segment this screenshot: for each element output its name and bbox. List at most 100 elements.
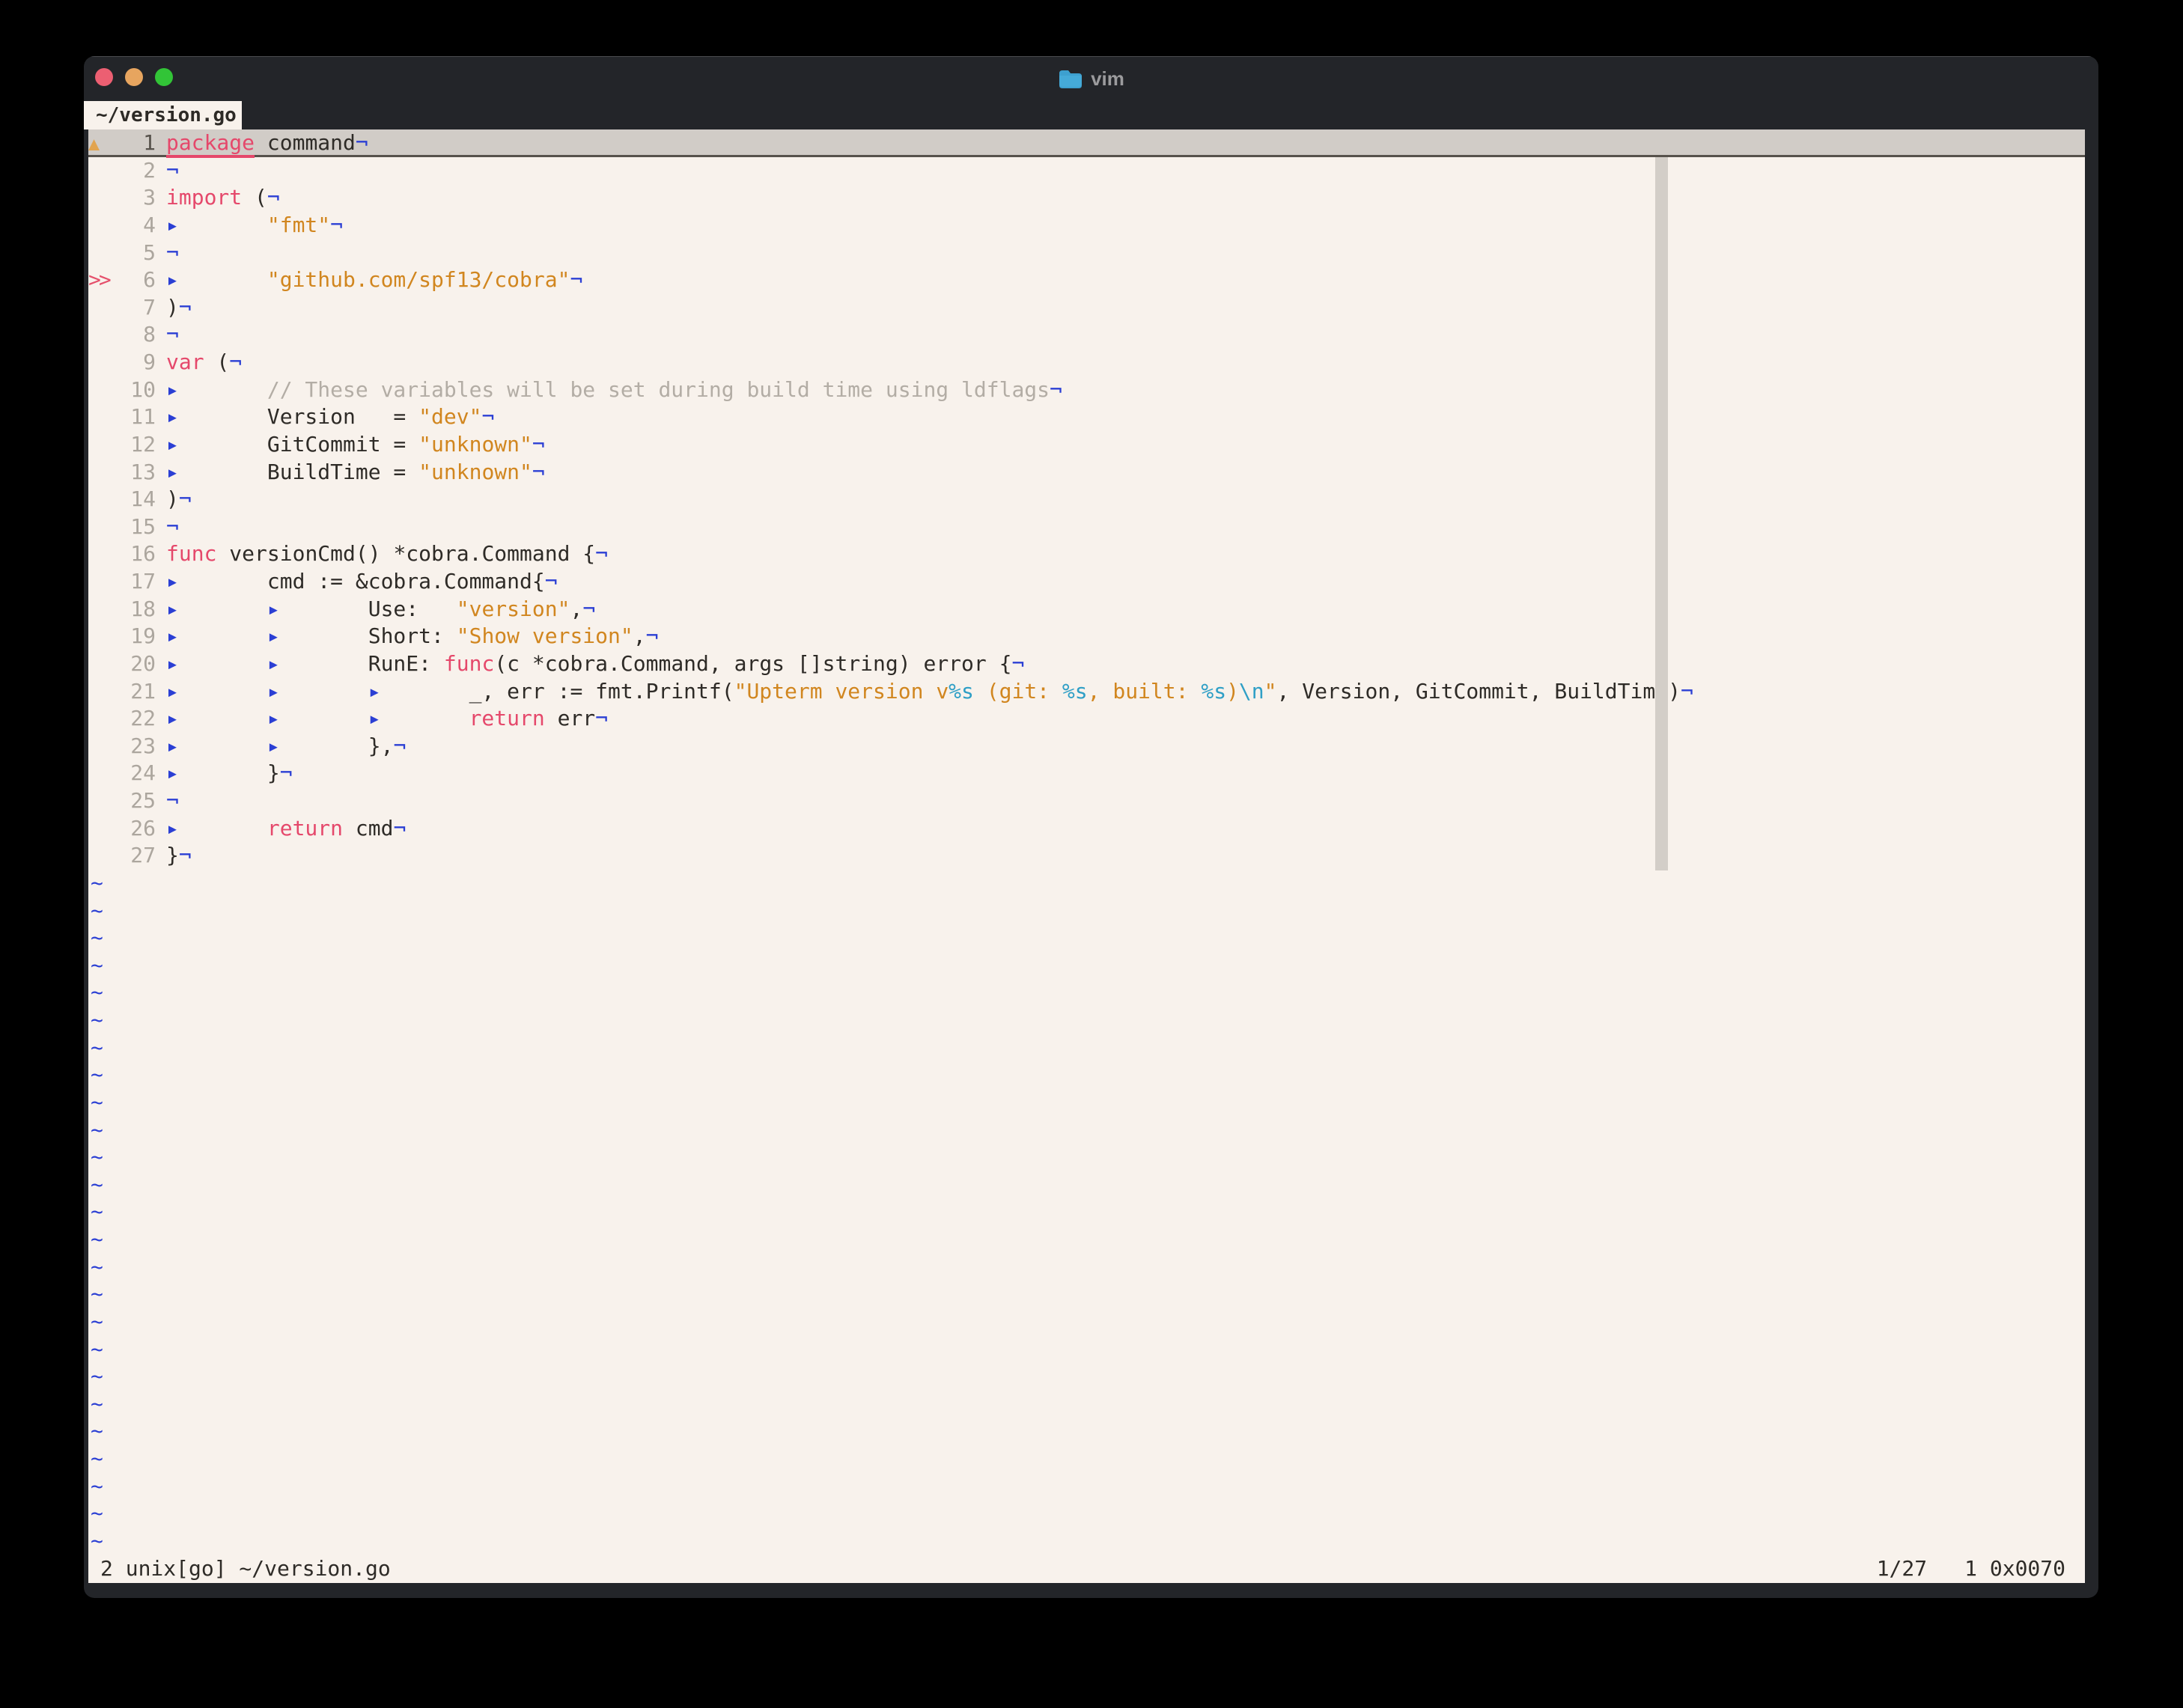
tilde-marker: ~: [88, 1199, 103, 1224]
tab-indent-icon: ▸: [166, 213, 267, 237]
tilde-marker: ~: [88, 1254, 103, 1279]
empty-buffer-line[interactable]: ~: [88, 1363, 2085, 1391]
code-text: ▸ ▸ Short: "Show version",¬: [166, 623, 658, 648]
code-line[interactable]: 16func versionCmd() *cobra.Command {¬: [88, 540, 2085, 568]
empty-buffer-line[interactable]: ~: [88, 1171, 2085, 1199]
tab-indent-icon: ▸: [166, 760, 267, 785]
code-line[interactable]: 27}¬: [88, 842, 2085, 870]
empty-buffer-line[interactable]: ~: [88, 1308, 2085, 1336]
status-cursor-info: 1 0x0070: [1964, 1555, 2065, 1583]
eol-marker-icon: ¬: [330, 213, 343, 237]
eol-marker-icon: ¬: [1050, 377, 1062, 402]
code-line[interactable]: 24▸ }¬: [88, 760, 2085, 787]
code-text: ¬: [166, 788, 179, 813]
tab-indent-icon: ▸: [166, 679, 267, 704]
tilde-marker: ~: [88, 1172, 103, 1197]
line-number: 13: [114, 459, 166, 487]
code-text: ¬: [166, 158, 179, 183]
line-number: 8: [114, 321, 166, 349]
title-bar[interactable]: vim: [84, 56, 2098, 101]
code-line[interactable]: >>6▸ "github.com/spf13/cobra"¬: [88, 266, 2085, 294]
line-number: 12: [114, 431, 166, 459]
code-line[interactable]: 26▸ return cmd¬: [88, 815, 2085, 843]
code-line[interactable]: 15¬: [88, 513, 2085, 541]
tilde-marker: ~: [88, 1007, 103, 1032]
empty-buffer-line[interactable]: ~: [88, 1391, 2085, 1418]
tilde-marker: ~: [88, 1391, 103, 1416]
empty-buffer-line[interactable]: ~: [88, 924, 2085, 952]
code-text: }¬: [166, 843, 192, 867]
tilde-marker: ~: [88, 1117, 103, 1142]
empty-buffer-line[interactable]: ~: [88, 1445, 2085, 1473]
code-line[interactable]: 21▸ ▸ ▸ _, err := fmt.Printf("Upterm ver…: [88, 678, 2085, 706]
tab-indent-icon: ▸: [166, 816, 267, 841]
empty-buffer-line[interactable]: ~: [88, 1281, 2085, 1308]
empty-buffer-line[interactable]: ~: [88, 1528, 2085, 1555]
empty-buffer-line[interactable]: ~: [88, 1034, 2085, 1062]
code-line[interactable]: 5¬: [88, 240, 2085, 267]
empty-buffer-line[interactable]: ~: [88, 1117, 2085, 1144]
code-line[interactable]: 25¬: [88, 787, 2085, 815]
code-line[interactable]: 10▸ // These variables will be set durin…: [88, 376, 2085, 404]
tab-indent-icon: ▸: [267, 651, 368, 676]
empty-buffer-line[interactable]: ~: [88, 952, 2085, 980]
tilde-marker: ~: [88, 1337, 103, 1361]
line-number: 1: [114, 129, 166, 157]
code-line[interactable]: 7)¬: [88, 294, 2085, 322]
warning-sign-icon: ▲: [88, 130, 114, 158]
tab-indent-icon: ▸: [166, 404, 267, 429]
empty-buffer-line[interactable]: ~: [88, 1007, 2085, 1034]
empty-buffer-line[interactable]: ~: [88, 1089, 2085, 1117]
code-line[interactable]: 20▸ ▸ RunE: func(c *cobra.Command, args …: [88, 650, 2085, 678]
code-line[interactable]: 23▸ ▸ },¬: [88, 733, 2085, 760]
empty-buffer-line[interactable]: ~: [88, 1061, 2085, 1089]
empty-buffer-line[interactable]: ~: [88, 979, 2085, 1007]
tilde-marker: ~: [88, 925, 103, 950]
empty-buffer-line[interactable]: ~: [88, 1226, 2085, 1254]
code-line[interactable]: 8¬: [88, 321, 2085, 349]
eol-marker-icon: ¬: [393, 816, 406, 841]
eol-marker-icon: ¬: [545, 569, 558, 594]
status-line-position: 1/27: [1877, 1555, 1927, 1583]
code-line[interactable]: 17▸ cmd := &cobra.Command{¬: [88, 568, 2085, 596]
empty-buffer-line[interactable]: ~: [88, 1418, 2085, 1445]
code-line[interactable]: ▲1package command¬: [88, 129, 2085, 157]
window-title: vim: [1091, 67, 1124, 91]
tilde-marker: ~: [88, 1418, 103, 1443]
code-line[interactable]: 19▸ ▸ Short: "Show version",¬: [88, 623, 2085, 650]
line-number: 26: [114, 815, 166, 843]
code-line[interactable]: 3import (¬: [88, 184, 2085, 212]
code-line[interactable]: 12▸ GitCommit = "unknown"¬: [88, 431, 2085, 459]
empty-buffer-line[interactable]: ~: [88, 1500, 2085, 1528]
empty-buffer-line[interactable]: ~: [88, 1473, 2085, 1501]
eol-marker-icon: ¬: [229, 350, 242, 374]
tab-indent-icon: ▸: [166, 267, 267, 292]
tab-indent-icon: ▸: [166, 377, 267, 402]
status-ruler: 1/27 1 0x0070: [1877, 1555, 2065, 1583]
code-line[interactable]: 4▸ "fmt"¬: [88, 212, 2085, 240]
line-number: 10: [114, 376, 166, 404]
eol-marker-icon: ¬: [179, 487, 192, 511]
code-line[interactable]: 22▸ ▸ ▸ return err¬: [88, 705, 2085, 733]
code-line[interactable]: 13▸ BuildTime = "unknown"¬: [88, 459, 2085, 487]
tab-indent-icon: ▸: [267, 679, 368, 704]
line-number: 4: [114, 212, 166, 240]
code-line[interactable]: 14)¬: [88, 486, 2085, 513]
empty-buffer-line[interactable]: ~: [88, 1336, 2085, 1364]
code-line[interactable]: 9var (¬: [88, 349, 2085, 376]
code-line[interactable]: 2¬: [88, 157, 2085, 185]
empty-buffer-line[interactable]: ~: [88, 1144, 2085, 1171]
code-line[interactable]: 11▸ Version = "dev"¬: [88, 403, 2085, 431]
folder-icon: [1058, 69, 1082, 89]
code-text: ▸ ▸ Use: "version",¬: [166, 597, 595, 621]
empty-buffer-line[interactable]: ~: [88, 1198, 2085, 1226]
empty-buffer-line[interactable]: ~: [88, 870, 2085, 897]
empty-buffer-line[interactable]: ~: [88, 1254, 2085, 1281]
tab-indent-icon: ▸: [267, 706, 368, 731]
tilde-marker: ~: [88, 1227, 103, 1251]
tab-version-go[interactable]: ~/version.go: [84, 101, 242, 129]
code-line[interactable]: 18▸ ▸ Use: "version",¬: [88, 596, 2085, 623]
empty-buffer-line[interactable]: ~: [88, 897, 2085, 925]
editor[interactable]: ▲1package command¬2¬3import (¬4▸ "fmt"¬5…: [88, 129, 2085, 1583]
eol-marker-icon: ¬: [179, 295, 192, 320]
